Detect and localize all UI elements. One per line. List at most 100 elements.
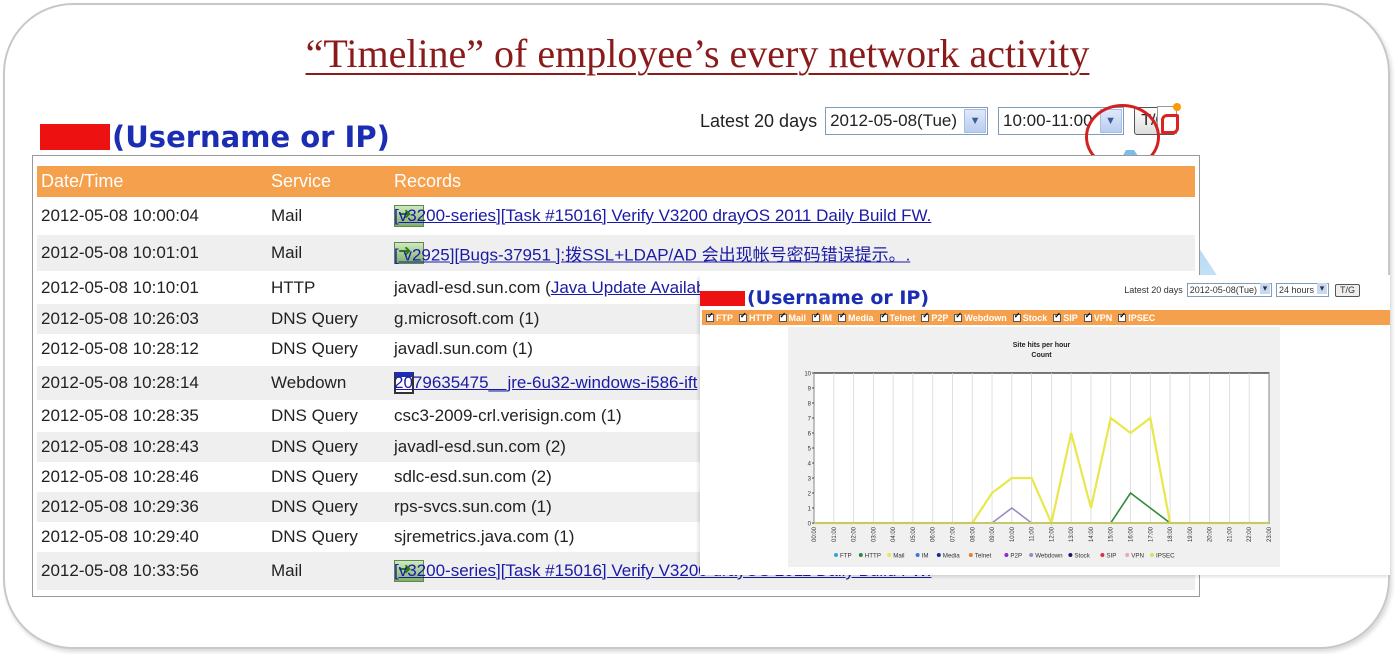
filter-label: Stock xyxy=(1022,312,1048,323)
filter-label: Telnet xyxy=(889,312,916,323)
legend-marker xyxy=(1100,553,1105,557)
x-tick-label: 20:00 xyxy=(1208,526,1214,542)
legend-marker xyxy=(968,553,973,557)
row-datetime: 2012-05-08 10:28:43 xyxy=(41,437,199,456)
filter-checkbox-media[interactable]: Media xyxy=(838,311,874,323)
filter-label: IPSEC xyxy=(1128,312,1156,323)
checkbox-icon[interactable] xyxy=(921,311,930,322)
graph-period-select[interactable]: 24 hours xyxy=(1275,283,1329,297)
row-service: DNS Query xyxy=(271,497,358,516)
row-datetime: 2012-05-08 10:28:35 xyxy=(41,406,199,425)
y-tick-label: 7 xyxy=(808,417,812,423)
x-tick-label: 06:00 xyxy=(931,526,937,542)
record-text: g.microsoft.com (1) xyxy=(394,309,540,328)
legend-label: Media xyxy=(943,553,960,560)
row-service: DNS Query xyxy=(271,406,358,425)
filter-label: IM xyxy=(822,312,833,323)
filter-checkbox-ftp[interactable]: FTP xyxy=(706,311,733,323)
checkbox-icon[interactable] xyxy=(1053,311,1062,322)
y-tick-label: 6 xyxy=(808,432,812,438)
filter-checkbox-p2p[interactable]: P2P xyxy=(921,311,949,323)
row-datetime: 2012-05-08 10:28:14 xyxy=(41,373,199,392)
row-datetime: 2012-05-08 10:28:12 xyxy=(41,339,199,358)
chevron-down-icon[interactable]: ▼ xyxy=(964,109,987,133)
x-tick-label: 11:00 xyxy=(1030,526,1036,541)
x-tick-label: 21:00 xyxy=(1227,526,1233,542)
checkbox-icon[interactable] xyxy=(1012,311,1021,322)
x-tick-label: 14:00 xyxy=(1089,526,1095,542)
y-tick-label: 0 xyxy=(808,522,812,528)
java-update-link[interactable]: Java Update Available xyxy=(551,278,719,297)
filter-label: P2P xyxy=(931,312,949,323)
filter-label: Media xyxy=(848,312,874,323)
filter-label: Webdown xyxy=(964,312,1007,323)
graph-date-select[interactable]: 2012-05-08(Tue) xyxy=(1186,283,1272,297)
row-datetime: 2012-05-08 10:28:46 xyxy=(41,467,199,486)
x-tick-label: 03:00 xyxy=(871,526,877,542)
legend-marker xyxy=(1068,553,1073,557)
filter-label: VPN xyxy=(1093,312,1113,323)
mail-subject-link[interactable]: [ v2925][Bugs-37951 ]:拨SSL+LDAP/AD 会出现帐号… xyxy=(394,241,910,266)
filter-label: Mail xyxy=(788,312,807,323)
row-record: javadl-esd.sun.com (2) xyxy=(394,437,566,457)
legend-marker xyxy=(1029,553,1034,557)
y-tick-label: 5 xyxy=(808,447,812,453)
record-text: javadl-esd.sun.com ( xyxy=(394,277,551,297)
download-file-link[interactable]: 2079635475__jre-6u32-windows-i586-ift xyxy=(394,373,697,393)
graph-user-label-text: (Username or IP) xyxy=(747,287,930,309)
checkbox-icon[interactable] xyxy=(954,311,963,322)
mail-subject-link[interactable]: [v3200-series][Task #15016] Verify V3200… xyxy=(394,206,931,226)
row-datetime: 2012-05-08 10:10:01 xyxy=(41,277,199,297)
row-datetime: 2012-05-08 10:00:04 xyxy=(41,206,199,225)
y-tick-label: 9 xyxy=(808,387,812,393)
x-tick-label: 22:00 xyxy=(1247,526,1253,542)
filter-checkbox-im[interactable]: IM xyxy=(812,311,833,323)
chart-svg: Site hits per hour Count 0 1 2 3 4 5 6 7 8 9 10 00:00… xyxy=(804,342,1273,560)
graph-tg-button[interactable]: T/G xyxy=(1335,283,1360,297)
checkbox-icon[interactable] xyxy=(706,311,714,322)
x-tick-label: 17:00 xyxy=(1148,526,1154,542)
checkbox-icon[interactable] xyxy=(812,311,821,322)
redacted-username xyxy=(40,124,110,150)
legend-label: Webdown xyxy=(1035,553,1063,560)
row-service: DNS Query xyxy=(271,339,358,358)
checkbox-icon[interactable] xyxy=(778,311,787,322)
x-tick-label: 18:00 xyxy=(1168,526,1174,542)
row-record: csc3-2009-crl.verisign.com (1) xyxy=(394,406,622,426)
row-service: DNS Query xyxy=(271,309,358,328)
y-tick-label: 8 xyxy=(808,402,812,408)
legend-label: Mail xyxy=(893,553,904,560)
graph-controls: Latest 20 days 2012-05-08(Tue) 24 hours … xyxy=(1124,283,1360,297)
filter-checkbox-ipsec[interactable]: IPSEC xyxy=(1118,311,1156,323)
legend-label: IPSEC xyxy=(1156,553,1175,560)
filter-checkbox-stock[interactable]: Stock xyxy=(1012,311,1048,323)
site-hits-chart: Site hits per hour Count 0 1 2 3 4 5 6 7 8 9 10 00:00… xyxy=(788,327,1280,567)
checkbox-icon[interactable] xyxy=(838,311,847,322)
y-tick-label: 2 xyxy=(808,492,812,498)
filter-checkbox-sip[interactable]: SIP xyxy=(1053,311,1078,323)
checkbox-icon[interactable] xyxy=(1083,311,1092,322)
checkbox-icon[interactable] xyxy=(739,311,747,322)
graph-user-label: (Username or IP) xyxy=(700,287,929,309)
filter-checkbox-vpn[interactable]: VPN xyxy=(1083,311,1113,323)
filter-checkbox-http[interactable]: HTTP xyxy=(739,311,773,323)
filter-checkbox-mail[interactable]: Mail xyxy=(778,311,807,323)
pdf-export-icon[interactable] xyxy=(1157,103,1181,134)
x-tick-label: 08:00 xyxy=(970,526,976,542)
filter-checkbox-telnet[interactable]: Telnet xyxy=(879,311,916,323)
date-select[interactable]: 2012-05-08(Tue) ▼ xyxy=(825,107,989,135)
row-record: sjremetrics.java.com (1) xyxy=(394,527,574,547)
legend-marker xyxy=(1150,553,1154,557)
record-text: javadl-esd.sun.com (2) xyxy=(394,437,566,456)
y-tick-label: 1 xyxy=(808,507,812,513)
header-service: Service xyxy=(271,171,332,191)
record-text: javadl.sun.com (1) xyxy=(394,339,533,358)
checkbox-icon[interactable] xyxy=(879,311,888,322)
x-tick-label: 13:00 xyxy=(1069,526,1075,542)
checkbox-icon[interactable] xyxy=(1118,311,1127,322)
x-tick-label: 15:00 xyxy=(1109,526,1115,542)
row-datetime: 2012-05-08 10:01:01 xyxy=(41,243,199,262)
legend-label: HTTP xyxy=(865,553,881,560)
filter-checkbox-webdown[interactable]: Webdown xyxy=(954,311,1007,323)
time-select-value: 10:00-11:00 xyxy=(1003,111,1093,130)
